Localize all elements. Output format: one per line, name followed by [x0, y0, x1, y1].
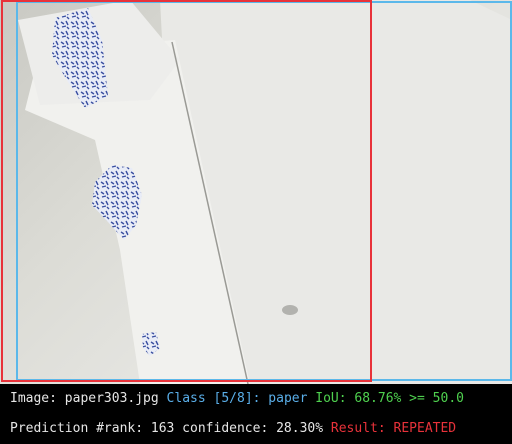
- detection-image: [0, 0, 512, 384]
- prediction-info-line: Prediction #rank: 163 confidence: 28.30%…: [10, 421, 456, 436]
- info-panel: Image: paper303.jpg Class [5/8]: paper I…: [0, 384, 512, 444]
- image-info-line: Image: paper303.jpg Class [5/8]: paper I…: [10, 391, 464, 406]
- prediction-box: [1, 0, 372, 382]
- iou-label: IoU: 68.76% >= 50.0: [315, 391, 464, 406]
- result-label: Result: REPEATED: [330, 421, 457, 436]
- image-filename-label: Image: paper303.jpg: [10, 391, 159, 406]
- prediction-label: Prediction #rank: 163 confidence: 28.30%: [10, 421, 324, 436]
- class-label: Class [5/8]: paper: [166, 391, 308, 406]
